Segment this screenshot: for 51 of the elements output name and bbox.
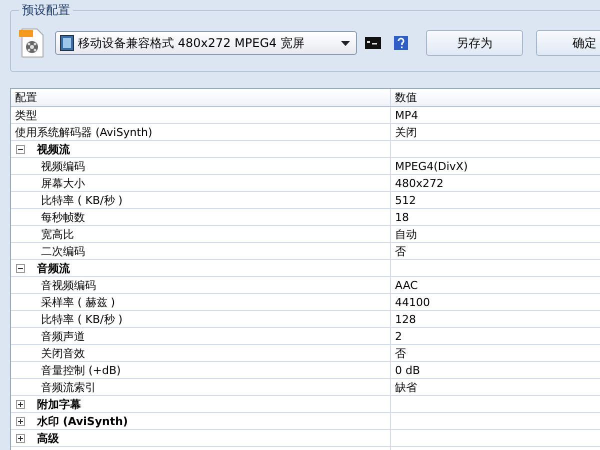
- expand-icon[interactable]: [16, 416, 25, 426]
- property-name: 音视频编码: [41, 278, 96, 292]
- property-value: 自动: [395, 226, 417, 242]
- property-name: 比特率 ( KB/秒 ): [41, 312, 123, 326]
- property-value: 0 dB: [395, 364, 420, 376]
- help-icon[interactable]: [394, 36, 408, 50]
- property-name: 比特率 ( KB/秒 ): [41, 192, 123, 208]
- property-value: 关闭: [395, 124, 417, 140]
- group-label[interactable]: 视频流: [37, 142, 70, 156]
- property-name: 二次编码: [41, 244, 85, 258]
- property-value: 128: [395, 312, 416, 326]
- column-header: 配置: [11, 89, 391, 106]
- property-name: 关闭音效: [41, 346, 85, 360]
- column-header: 数值: [394, 90, 417, 106]
- property-name: 屏幕大小: [41, 176, 85, 190]
- property-value: AAC: [395, 278, 418, 292]
- property-value: 2: [395, 330, 402, 342]
- property-name: 音频流索引: [41, 380, 96, 394]
- caret-icon: [341, 40, 350, 46]
- property-name: 视频编码: [41, 158, 85, 174]
- collapse-icon[interactable]: [16, 144, 25, 154]
- property-name: 宽高比: [41, 226, 74, 242]
- property-value: 44100: [395, 296, 430, 308]
- preset-dropdown[interactable]: 移动设备兼容格式 480x272 MPEG4 宽屏: [55, 31, 357, 55]
- property-name: 每秒帧数: [41, 210, 85, 224]
- property-name: 音量控制 (+dB): [41, 362, 121, 378]
- property-name: 音频声道: [41, 328, 85, 344]
- property-name: 采样率 ( 赫兹 ): [41, 294, 116, 310]
- property-value: 否: [395, 346, 406, 360]
- group-title: 预设配置: [21, 2, 71, 19]
- property-value: MP4: [395, 108, 418, 122]
- toolbar-button[interactable]: 确定: [536, 30, 600, 56]
- toolbar-button[interactable]: 另存为: [426, 30, 523, 56]
- property-value: 18: [395, 210, 409, 224]
- expand-icon[interactable]: [16, 434, 25, 442]
- property-value: 512: [395, 194, 416, 206]
- command-prompt-icon[interactable]: [365, 37, 381, 49]
- property-name: 使用系统解码器 (AviSynth): [15, 124, 152, 140]
- group-label[interactable]: 附加字幕: [37, 396, 81, 412]
- property-value: MPEG4(DivX): [395, 160, 468, 172]
- expand-icon[interactable]: [16, 400, 25, 408]
- film-icon: [60, 35, 74, 51]
- property-value: 缺省: [395, 380, 417, 394]
- video-file-icon: [19, 27, 45, 59]
- group-label[interactable]: 音频流: [37, 260, 70, 276]
- property-value: 否: [395, 244, 406, 258]
- collapse-icon[interactable]: [16, 264, 25, 272]
- group-label[interactable]: 高级: [37, 430, 59, 446]
- property-name: 类型: [15, 108, 37, 122]
- group-label[interactable]: 水印 (AviSynth): [37, 414, 128, 428]
- property-value: 480x272: [395, 176, 444, 190]
